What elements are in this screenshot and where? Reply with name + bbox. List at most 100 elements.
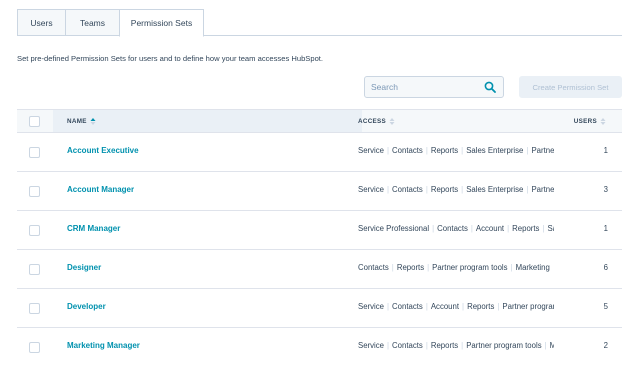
access-separator: | xyxy=(507,224,510,233)
user-count: 5 xyxy=(603,302,608,311)
sort-icon xyxy=(389,118,395,125)
access-separator: | xyxy=(461,185,464,194)
column-header-name-label: NAME xyxy=(67,118,87,125)
access-separator: | xyxy=(432,224,435,233)
access-list: Service | Contacts | Reports | Sales Enterpris… xyxy=(358,185,554,194)
access-item: Service xyxy=(358,302,384,311)
user-count: 3 xyxy=(603,185,608,194)
column-header-access-label: ACCESS xyxy=(358,118,387,125)
access-separator: | xyxy=(510,263,513,272)
access-item: Partner prograr xyxy=(502,302,554,311)
permission-set-name-link[interactable]: Marketing Manager xyxy=(67,341,140,350)
access-item: Marketing xyxy=(515,263,550,272)
access-item: Reports xyxy=(430,185,459,194)
access-separator: | xyxy=(425,146,428,155)
user-count: 2 xyxy=(603,341,608,350)
row-checkbox[interactable] xyxy=(29,147,40,158)
access-list: Service | Contacts | Account | Reports | Partner… xyxy=(358,302,554,311)
permission-set-name-link[interactable]: CRM Manager xyxy=(67,224,120,233)
access-separator: | xyxy=(542,224,545,233)
access-separator: | xyxy=(391,263,394,272)
access-separator: | xyxy=(461,146,464,155)
access-item: Service xyxy=(358,341,384,350)
search-icon[interactable] xyxy=(484,81,496,93)
table-row: Developer Service | Contacts | Account | Report… xyxy=(17,289,622,328)
access-item: Contacts xyxy=(437,224,468,233)
access-item: Contacts xyxy=(392,302,423,311)
access-item: Account xyxy=(475,224,505,233)
column-header-users-label: USERS xyxy=(573,118,597,125)
access-item: Partner xyxy=(531,146,554,155)
access-item: Service xyxy=(358,185,384,194)
access-item: Reports xyxy=(396,263,425,272)
row-checkbox[interactable] xyxy=(29,186,40,197)
row-checkbox[interactable] xyxy=(29,342,40,353)
table-row: Account Executive Service | Contacts | Report… xyxy=(17,133,622,172)
access-separator: | xyxy=(461,341,464,350)
sort-ascending-icon xyxy=(90,118,96,125)
access-item: Sal xyxy=(547,224,554,233)
select-all-checkbox[interactable] xyxy=(29,116,40,127)
access-item: Reports xyxy=(430,341,459,350)
tab-divider xyxy=(204,35,622,36)
permission-set-name-link[interactable]: Developer xyxy=(67,302,106,311)
access-separator: | xyxy=(462,302,465,311)
access-item: Service xyxy=(358,146,384,155)
permission-set-name-link[interactable]: Account Executive xyxy=(67,146,139,155)
search-box xyxy=(364,76,504,98)
permission-set-name-link[interactable]: Account Manager xyxy=(67,185,134,194)
page-description: Set pre-defined Permission Sets for user… xyxy=(17,54,324,63)
access-item: Account xyxy=(430,302,460,311)
access-item: Contacts xyxy=(358,263,389,272)
access-separator: | xyxy=(425,185,428,194)
access-item: Partner program tools xyxy=(466,341,542,350)
access-item: Reports xyxy=(467,302,495,311)
column-header-users[interactable]: USERS xyxy=(574,117,606,126)
sorted-column-highlight xyxy=(53,110,362,132)
access-item: Contacts xyxy=(392,146,423,155)
column-header-access[interactable]: ACCESS xyxy=(358,117,395,126)
access-separator: | xyxy=(387,302,390,311)
access-item: Partner program tools xyxy=(432,263,508,272)
access-separator: | xyxy=(544,341,547,350)
access-list: Contacts | Reports | Partner program tools | M… xyxy=(358,263,554,272)
access-separator: | xyxy=(526,185,529,194)
access-separator: | xyxy=(387,185,390,194)
row-checkbox[interactable] xyxy=(29,303,40,314)
table-header: NAME ACCESS USERS xyxy=(17,109,622,133)
user-count: 1 xyxy=(603,224,608,233)
tab-teams[interactable]: Teams xyxy=(65,9,119,36)
tab-users[interactable]: Users xyxy=(17,9,65,36)
access-separator: | xyxy=(497,302,500,311)
access-separator: | xyxy=(387,341,390,350)
permission-set-name-link[interactable]: Designer xyxy=(67,263,101,272)
table-row: Marketing Manager Service | Contacts | Report… xyxy=(17,328,622,365)
access-separator: | xyxy=(387,146,390,155)
create-permission-set-button[interactable]: Create Permission Set xyxy=(519,76,622,98)
access-item: Reports xyxy=(512,224,540,233)
access-separator: | xyxy=(425,341,428,350)
access-item: Service Professional xyxy=(358,224,430,233)
access-item: Sales Enterprise xyxy=(466,185,524,194)
access-separator: | xyxy=(427,263,430,272)
access-item: Contacts xyxy=(392,185,423,194)
user-count: 6 xyxy=(603,263,608,272)
access-item: Partner xyxy=(531,185,554,194)
table-row: CRM Manager Service Professional | Contacts… xyxy=(17,211,622,250)
tab-permission-sets[interactable]: Permission Sets xyxy=(119,9,204,37)
access-list: Service Professional | Contacts | Account | Re… xyxy=(358,224,554,233)
search-input[interactable] xyxy=(365,77,475,97)
access-list: Service | Contacts | Reports | Partner program… xyxy=(358,341,554,350)
table-row: Account Manager Service | Contacts | Reports |… xyxy=(17,172,622,211)
access-separator: | xyxy=(526,146,529,155)
row-checkbox[interactable] xyxy=(29,264,40,275)
column-header-name[interactable]: NAME xyxy=(67,117,96,126)
sort-icon xyxy=(600,118,606,125)
row-checkbox[interactable] xyxy=(29,225,40,236)
access-item: Reports xyxy=(430,146,459,155)
access-item: M xyxy=(549,341,554,350)
tab-bar: Users Teams Permission Sets xyxy=(17,9,204,37)
access-separator: | xyxy=(470,224,473,233)
table-row: Designer Contacts | Reports | Partner program… xyxy=(17,250,622,289)
access-list: Service | Contacts | Reports | Sales Enterpris… xyxy=(358,146,554,155)
